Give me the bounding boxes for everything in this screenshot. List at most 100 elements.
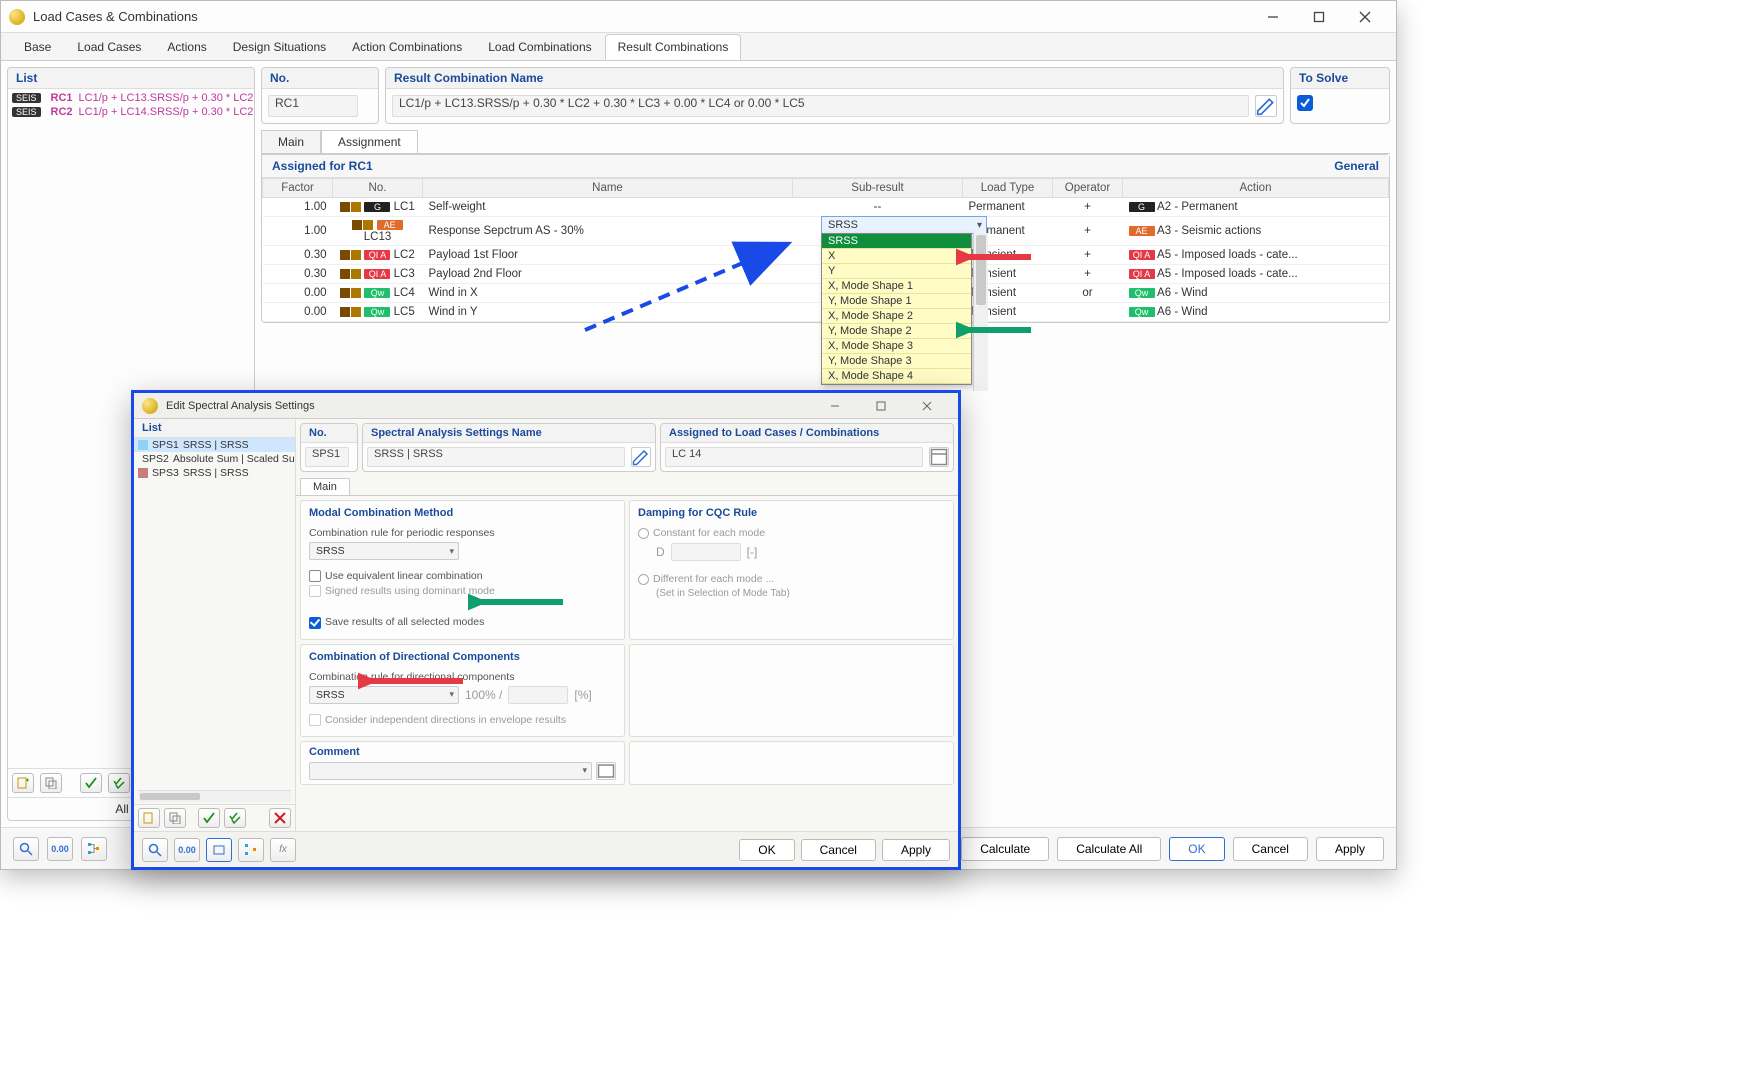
d2-new-button[interactable]: [138, 808, 160, 828]
modal-rule-select[interactable]: SRSS▾: [309, 542, 459, 560]
comment-browse-button[interactable]: [596, 762, 616, 780]
d2-tree-button[interactable]: [238, 838, 264, 862]
d2-check-button[interactable]: [198, 808, 220, 828]
minimize-button[interactable]: [1250, 2, 1296, 32]
tab-design-situations[interactable]: Design Situations: [220, 34, 339, 60]
subresult-dropdown-list[interactable]: SRSSXYX, Mode Shape 1Y, Mode Shape 1X, M…: [821, 233, 972, 385]
subresult-value: SRSS: [828, 219, 858, 231]
d2-name-input[interactable]: SRSS | SRSS: [367, 447, 625, 467]
close-button[interactable]: [1342, 2, 1388, 32]
tab-load-cases[interactable]: Load Cases: [64, 34, 154, 60]
dropdown-option[interactable]: X: [822, 249, 971, 264]
dialog-list-row[interactable]: SPS1SRSS | SRSS: [134, 438, 295, 452]
cell-subresult[interactable]: --: [793, 198, 963, 217]
hscroll-thumb[interactable]: [140, 793, 200, 800]
name-input[interactable]: LC1/p + LC13.SRSS/p + 0.30 * LC2 + 0.30 …: [392, 95, 1249, 117]
edit-name-button[interactable]: [1255, 95, 1277, 117]
dialog-minimize-button[interactable]: [812, 391, 858, 421]
tree-button[interactable]: [81, 837, 107, 861]
d2-edit-name-button[interactable]: [631, 447, 651, 467]
copy-item-button[interactable]: [40, 773, 62, 793]
subtab-assignment[interactable]: Assignment: [321, 130, 418, 153]
subresult-select[interactable]: SRSS ▾: [821, 216, 987, 234]
dialog-list[interactable]: SPS1SRSS | SRSSSPS2Absolute Sum | Scaled…: [134, 438, 295, 788]
list-row[interactable]: SEIS RC1 LC1/p + LC13.SRSS/p + 0.30 * LC…: [8, 91, 254, 105]
tab-base[interactable]: Base: [11, 34, 64, 60]
dropdown-option[interactable]: Y, Mode Shape 2: [822, 324, 971, 339]
d2-subtabstrip: Main: [296, 478, 958, 496]
dropdown-option[interactable]: Y, Mode Shape 1: [822, 294, 971, 309]
new-item-button[interactable]: [12, 773, 34, 793]
d-label: D: [656, 545, 665, 559]
ok-button[interactable]: OK: [1169, 837, 1224, 861]
color-chip-icon: [138, 468, 148, 478]
calculate-button[interactable]: Calculate: [961, 837, 1049, 861]
direction-rule-select[interactable]: SRSS▾: [309, 686, 459, 704]
maximize-button[interactable]: [1296, 2, 1342, 32]
search-button[interactable]: [13, 837, 39, 861]
d2-delete-button[interactable]: [269, 808, 291, 828]
d2-cancel-button[interactable]: Cancel: [801, 839, 876, 861]
dialog-hscroll[interactable]: [138, 790, 291, 802]
pct-label: 100% /: [465, 688, 502, 702]
table-row[interactable]: 1.00 G LC1 Self-weight -- Permanent + G …: [263, 198, 1389, 217]
comment-input[interactable]: ▾: [309, 762, 592, 780]
d2-decimal-button[interactable]: 0.00: [174, 838, 200, 862]
dialog-list-header: List: [134, 419, 295, 438]
dropdown-option[interactable]: Y: [822, 264, 971, 279]
d2-ok-button[interactable]: OK: [739, 839, 794, 861]
pct-input: [508, 686, 568, 704]
dropdown-option[interactable]: X, Mode Shape 2: [822, 309, 971, 324]
dialog-maximize-button[interactable]: [858, 391, 904, 421]
check-all-button[interactable]: [108, 773, 130, 793]
directional-title: Combination of Directional Components: [309, 651, 616, 663]
dropdown-option[interactable]: X, Mode Shape 4: [822, 369, 971, 384]
col-no: No.: [333, 179, 423, 198]
d2-rect-button[interactable]: [206, 838, 232, 862]
d2-fx-button[interactable]: fx: [270, 838, 296, 862]
tab-actions[interactable]: Actions: [154, 34, 219, 60]
d2-assigned-input[interactable]: LC 14: [665, 447, 923, 467]
cell-factor: 1.00: [263, 217, 333, 246]
damping-panel: Damping for CQC Rule Constant for each m…: [629, 500, 954, 640]
list-row[interactable]: SEIS RC2 LC1/p + LC14.SRSS/p + 0.30 * LC…: [8, 105, 254, 119]
dropdown-option[interactable]: Y, Mode Shape 3: [822, 354, 971, 369]
chevron-down-icon: ▾: [582, 765, 587, 776]
d2-no-input[interactable]: SPS1: [305, 447, 349, 467]
name-field-box: Result Combination Name LC1/p + LC13.SRS…: [385, 67, 1284, 124]
d2-copy-button[interactable]: [164, 808, 186, 828]
subtab-main[interactable]: Main: [261, 130, 321, 153]
dropdown-option[interactable]: X, Mode Shape 3: [822, 339, 971, 354]
tosolve-checkbox[interactable]: [1297, 95, 1313, 111]
d2-subtab-main[interactable]: Main: [300, 478, 350, 495]
dropdown-option[interactable]: SRSS: [822, 234, 971, 249]
tab-load-combinations[interactable]: Load Combinations: [475, 34, 604, 60]
tab-result-combinations[interactable]: Result Combinations: [605, 34, 742, 60]
dialog-list-row[interactable]: SPS2Absolute Sum | Scaled Sum 30.0: [134, 452, 295, 466]
tab-action-combinations[interactable]: Action Combinations: [339, 34, 475, 60]
tosolve-field-box: To Solve: [1290, 67, 1390, 124]
cell-name: Payload 1st Floor: [423, 246, 793, 265]
decimal-button[interactable]: 0.00: [47, 837, 73, 861]
rc-list-header: List: [8, 68, 254, 89]
dropdown-option[interactable]: X, Mode Shape 1: [822, 279, 971, 294]
calculate-all-button[interactable]: Calculate All: [1057, 837, 1161, 861]
save-results-checkbox[interactable]: Save results of all selected modes: [309, 616, 484, 628]
apply-button[interactable]: Apply: [1316, 837, 1384, 861]
d2-apply-button[interactable]: Apply: [882, 839, 950, 861]
scrollbar-thumb[interactable]: [976, 235, 986, 305]
d2-browse-button[interactable]: [929, 447, 949, 467]
d2-search-button[interactable]: [142, 838, 168, 862]
check-button[interactable]: [80, 773, 102, 793]
cell-no: QI A LC2: [333, 246, 423, 265]
dropdown-scrollbar[interactable]: [973, 233, 988, 391]
d2-checkall-button[interactable]: [224, 808, 246, 828]
use-equiv-checkbox[interactable]: Use equivalent linear combination: [309, 570, 483, 582]
cell-operator: +: [1053, 217, 1123, 246]
pct-unit: [%]: [574, 688, 591, 702]
dialog-close-button[interactable]: [904, 391, 950, 421]
dialog-list-row[interactable]: SPS3SRSS | SRSS: [134, 466, 295, 480]
no-input[interactable]: RC1: [268, 95, 358, 117]
cancel-button[interactable]: Cancel: [1233, 837, 1308, 861]
rc-desc: LC1/p + LC14.SRSS/p + 0.30 * LC2: [79, 106, 254, 118]
